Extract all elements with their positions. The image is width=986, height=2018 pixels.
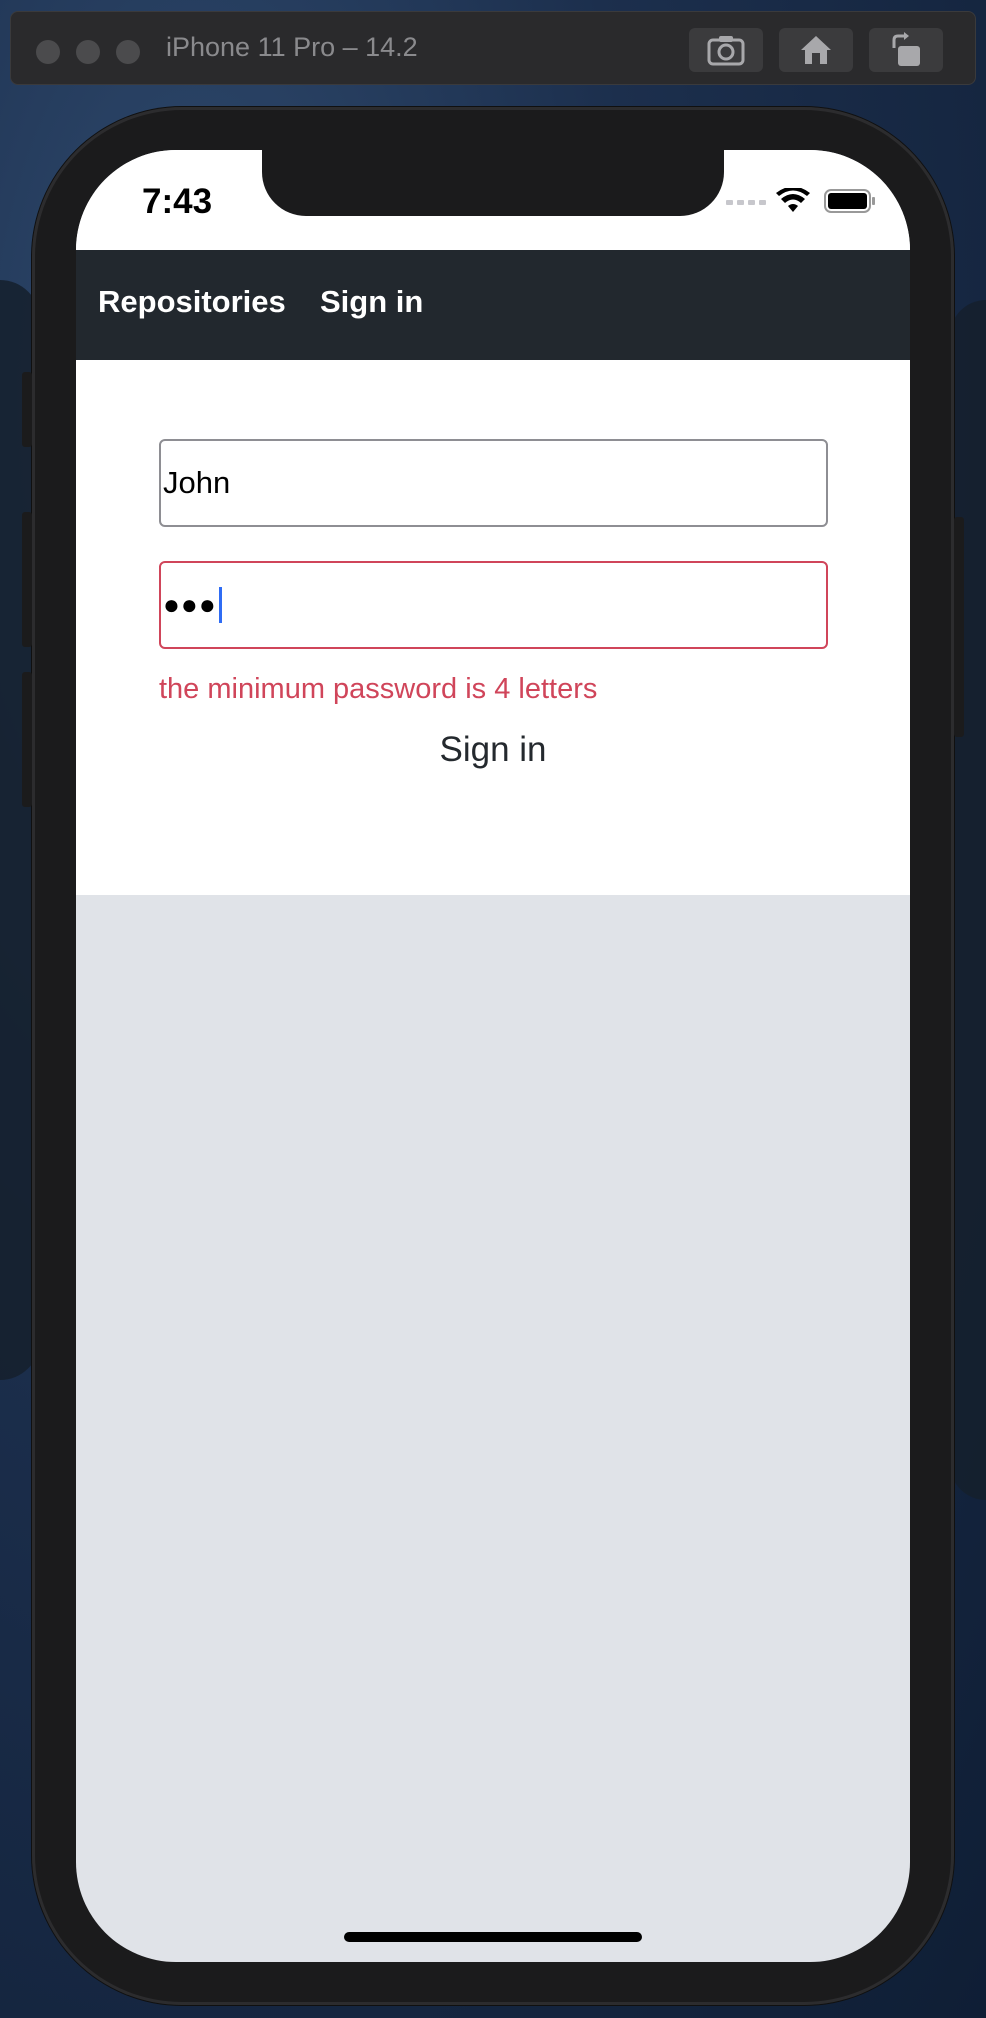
window-zoom-button[interactable] — [116, 40, 140, 64]
username-input[interactable]: John — [159, 439, 828, 527]
notch — [262, 150, 724, 216]
window-minimize-button[interactable] — [76, 40, 100, 64]
sign-in-button[interactable]: Sign in — [393, 730, 593, 780]
home-indicator — [344, 1932, 642, 1942]
battery-icon — [824, 189, 875, 213]
silent-switch — [22, 372, 32, 447]
wallpaper-rock — [950, 300, 986, 1500]
sign-in-form: John ●●● the minimum password is 4 lette… — [76, 360, 910, 895]
password-error-message: the minimum password is 4 letters — [159, 673, 598, 705]
simulator-title: iPhone 11 Pro – 14.2 — [166, 32, 418, 62]
password-masked-value: ●●● — [163, 589, 217, 620]
password-input[interactable]: ●●● — [159, 561, 828, 649]
signal-icon — [726, 200, 766, 205]
top-navbar: Repositories Sign in — [76, 250, 910, 360]
nav-link-repositories[interactable]: Repositories — [98, 284, 286, 320]
status-bar: 7:43 — [76, 150, 910, 250]
wifi-icon — [776, 188, 810, 212]
text-caret — [218, 587, 222, 623]
power-button — [954, 517, 964, 737]
screenshot-button[interactable] — [689, 28, 763, 72]
rotate-button[interactable] — [869, 28, 943, 72]
volume-up-button — [22, 512, 32, 647]
nav-link-sign-in[interactable]: Sign in — [320, 284, 423, 320]
screenshot-icon — [707, 36, 745, 66]
rotate-icon — [892, 32, 920, 66]
window-close-button[interactable] — [36, 40, 60, 64]
simulator-toolbar: iPhone 11 Pro – 14.2 — [10, 11, 976, 85]
home-button[interactable] — [779, 28, 853, 72]
phone-screen: 7:43 Repositories Sign in John ●●● the m… — [76, 150, 910, 1962]
status-icons — [726, 188, 876, 214]
home-icon — [801, 36, 831, 64]
status-time: 7:43 — [142, 182, 213, 221]
volume-down-button — [22, 672, 32, 807]
username-value: John — [163, 465, 231, 500]
